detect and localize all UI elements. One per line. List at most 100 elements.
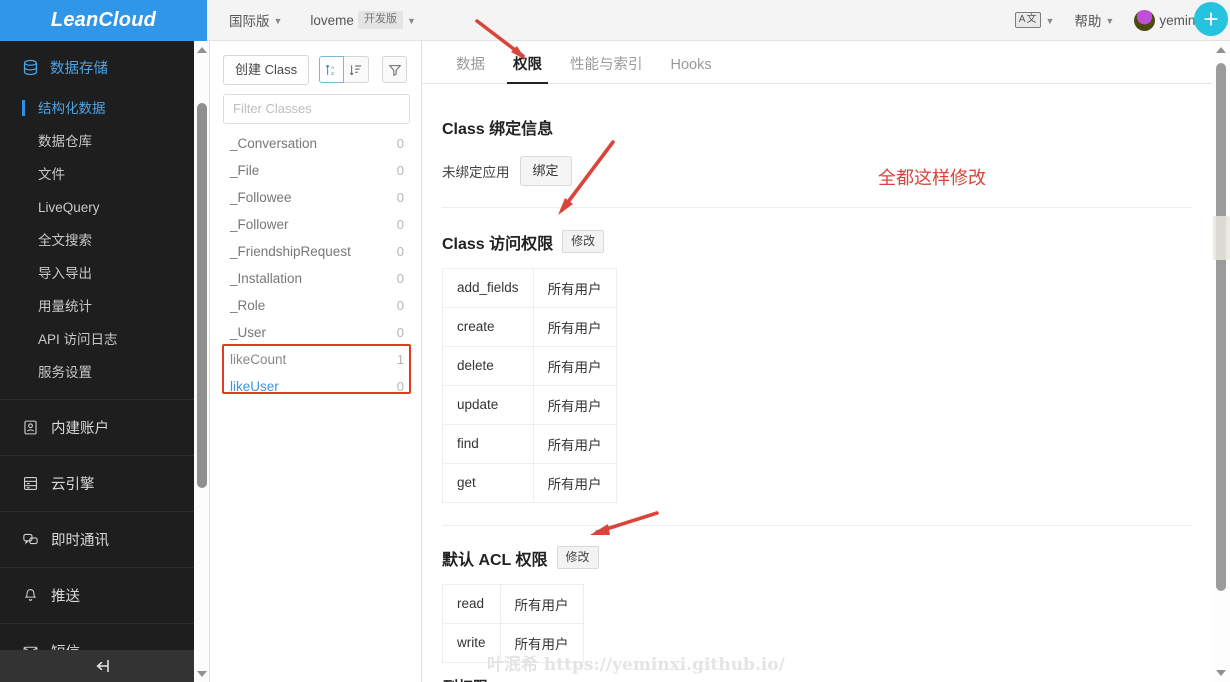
avatar (1134, 9, 1156, 31)
sidebar-scroll-area: 数据存储 结构化数据 数据仓库 文件 LiveQuery 全文搜索 导入导出 用… (0, 41, 194, 680)
class-count: 0 (396, 216, 404, 232)
sidebar-item-label: API 访问日志 (38, 332, 118, 347)
class-list-item[interactable]: _Conversation 0 (211, 130, 421, 157)
sidebar-item-builtin-accounts[interactable]: 内建账户 (0, 400, 194, 456)
class-list-item-likecount[interactable]: likeCount 1 (211, 346, 421, 373)
bell-icon (24, 589, 37, 601)
translate-icon: A文 (1014, 12, 1042, 28)
chevron-down-icon: ▼ (273, 15, 283, 26)
sidebar-scrollbar-thumb[interactable] (197, 103, 207, 488)
sidebar-item-label: 内建账户 (51, 421, 109, 437)
top-bar: LeanCloud 国际版 ▼ loveme 开发版 ▼ A文 ▼ 帮助 ▼ y… (0, 0, 1230, 41)
permission-value: 所有用户 (532, 345, 617, 386)
bind-button[interactable]: 绑定 (519, 156, 572, 186)
main-scrollbar-thumb[interactable] (1216, 63, 1226, 591)
edit-class-permission-button[interactable]: 修改 (562, 229, 605, 254)
tab-performance-index[interactable]: 性能与索引 (556, 57, 657, 84)
sidebar-item-data-warehouse[interactable]: 数据仓库 (0, 125, 194, 158)
edit-acl-button[interactable]: 修改 (556, 545, 599, 570)
acl-title: 默认 ACL 权限 修改 (442, 545, 1192, 570)
class-name: likeCount (230, 351, 287, 367)
class-count: 0 (396, 162, 404, 178)
class-list-item[interactable]: _Follower 0 (211, 211, 421, 238)
filter-classes-input[interactable] (223, 93, 410, 124)
class-list-item[interactable]: _FriendshipRequest 0 (211, 238, 421, 265)
app-selector[interactable]: loveme 开发版 ▼ (308, 8, 417, 31)
class-list-panel: 创建 Class A Z Filter Classes _Conversatio… (211, 41, 422, 682)
scroll-down-arrow-icon[interactable] (194, 665, 210, 682)
chevron-down-icon: ▼ (406, 15, 416, 26)
server-icon (23, 476, 38, 491)
help-menu[interactable]: 帮助 ▼ (1072, 7, 1116, 33)
cut-off-section-heading: 列权限 (443, 676, 488, 682)
main-content: 数据 权限 性能与索引 Hooks Class 绑定信息 未绑定应用 绑定 Cl… (422, 41, 1212, 682)
sidebar-item-files[interactable]: 文件 (0, 158, 194, 191)
permission-action: update (442, 384, 534, 425)
class-binding-section: Class 绑定信息 未绑定应用 绑定 (422, 84, 1212, 186)
tab-data[interactable]: 数据 (442, 57, 499, 84)
table-row: read 所有用户 (442, 583, 584, 624)
permission-value: 所有用户 (532, 462, 617, 503)
class-name: _Role (230, 297, 266, 313)
tab-hooks[interactable]: Hooks (657, 57, 726, 84)
sidebar-item-instant-messaging[interactable]: 即时通讯 (0, 512, 194, 568)
class-count: 0 (396, 135, 404, 151)
region-selector[interactable]: 国际版 ▼ (227, 7, 284, 33)
sidebar-collapse-button[interactable] (0, 650, 194, 682)
table-row: find 所有用户 (442, 423, 617, 464)
svg-text:A: A (331, 65, 335, 71)
class-list-item[interactable]: _Followee 0 (211, 184, 421, 211)
sidebar-scrollbar[interactable] (194, 41, 210, 682)
sidebar-item-service-settings[interactable]: 服务设置 (0, 356, 194, 389)
sort-alpha-asc-button[interactable]: A Z (319, 56, 345, 84)
class-name: _Installation (230, 270, 303, 286)
permission-value: 所有用户 (532, 423, 617, 464)
class-list-item[interactable]: _Installation 0 (211, 265, 421, 292)
language-switcher[interactable]: A文 ▼ (1013, 9, 1057, 31)
class-list-item[interactable]: _Role 0 (211, 292, 421, 319)
top-bar-left-group: 国际版 ▼ loveme 开发版 ▼ (227, 7, 418, 33)
create-new-button[interactable]: + (1194, 2, 1228, 36)
table-row: create 所有用户 (442, 306, 617, 347)
permission-action: add_fields (442, 267, 534, 308)
sidebar-item-label: 导入导出 (38, 266, 92, 281)
sidebar-item-import-export[interactable]: 导入导出 (0, 257, 194, 290)
class-list: _Conversation 0 _File 0 _Followee 0 _Fol… (211, 130, 421, 400)
sort-amount-desc-button[interactable] (344, 56, 370, 84)
class-count: 0 (396, 378, 404, 394)
main-scrollbar[interactable] (1212, 41, 1230, 682)
sidebar-item-label: 数据仓库 (38, 134, 92, 149)
permission-value: 所有用户 (532, 306, 617, 347)
scroll-down-arrow-icon[interactable] (1212, 664, 1230, 682)
id-card-icon (24, 420, 37, 435)
sidebar-item-fulltext-search[interactable]: 全文搜索 (0, 224, 194, 257)
class-count: 1 (396, 351, 404, 367)
class-name: _Followee (230, 189, 292, 205)
sidebar-item-livequery[interactable]: LiveQuery (0, 191, 194, 224)
sidebar-item-label: 服务设置 (38, 365, 92, 380)
acl-section: 默认 ACL 权限 修改 read 所有用户 write 所有用户 (422, 526, 1212, 663)
sidebar-item-structured-data[interactable]: 结构化数据 (0, 92, 194, 125)
sidebar-item-label: 用量统计 (38, 299, 92, 314)
sidebar-item-usage-stats[interactable]: 用量统计 (0, 290, 194, 323)
chevron-down-icon: ▼ (1105, 15, 1115, 26)
class-name: _FriendshipRequest (230, 243, 351, 259)
class-count: 0 (396, 297, 404, 313)
sidebar-item-push[interactable]: 推送 (0, 568, 194, 624)
create-class-button[interactable]: 创建 Class (223, 55, 310, 85)
sidebar-group-data-storage[interactable]: 数据存储 (0, 41, 194, 92)
filter-classes-button[interactable] (382, 56, 408, 84)
scroll-up-arrow-icon[interactable] (1212, 41, 1230, 59)
brand-logo-text: LeanCloud (50, 8, 157, 31)
class-list-item[interactable]: _User 0 (211, 319, 421, 346)
scroll-up-arrow-icon[interactable] (194, 41, 210, 58)
watermark-text: 叶泯希 https://yeminxi.github.io/ (487, 655, 785, 675)
tab-permissions[interactable]: 权限 (499, 57, 556, 84)
class-count: 0 (396, 243, 404, 259)
class-list-item-likeuser[interactable]: likeUser 0 (211, 373, 421, 400)
sidebar-item-cloud-engine[interactable]: 云引擎 (0, 456, 194, 512)
sidebar-item-label: 云引擎 (51, 477, 95, 493)
sidebar-item-api-logs[interactable]: API 访问日志 (0, 323, 194, 356)
brand-logo[interactable]: LeanCloud (0, 0, 207, 41)
class-list-item[interactable]: _File 0 (211, 157, 421, 184)
